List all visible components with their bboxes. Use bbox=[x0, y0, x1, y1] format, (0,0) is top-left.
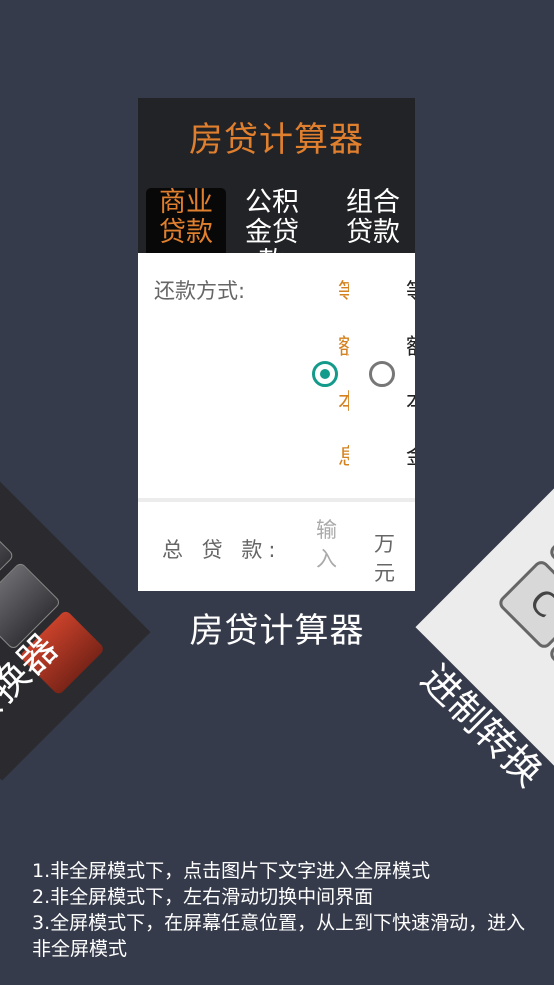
repayment-method-label: 还款方式: bbox=[154, 279, 246, 303]
center-card-caption[interactable]: 房贷计算器 bbox=[0, 603, 554, 652]
tab-provident-fund-loan[interactable]: 公积金贷款 bbox=[232, 188, 312, 254]
total-loan-row: 总 贷 款: 输入 万元 bbox=[138, 502, 415, 591]
total-loan-label: 总 贷 款: bbox=[162, 538, 282, 562]
radio-equal-principal[interactable] bbox=[369, 361, 395, 387]
repayment-option-equal-principal: 等额本金 bbox=[406, 265, 415, 485]
radio-equal-installment[interactable] bbox=[312, 361, 338, 387]
instructions: 1.非全屏模式下，点击图片下文字进入全屏模式 2.非全屏模式下，左右滑动切换中间… bbox=[32, 858, 532, 962]
instruction-line: 2.非全屏模式下，左右滑动切换中间界面 bbox=[32, 886, 374, 908]
tab-combined-loan[interactable]: 组合贷款 bbox=[333, 188, 413, 254]
repayment-panel: 还款方式: 等额本息 等额本金 bbox=[138, 253, 415, 498]
repayment-option-equal-installment: 等额本息 bbox=[338, 265, 349, 485]
calculator-title: 房贷计算器 bbox=[189, 120, 364, 160]
instruction-line: 3.全屏模式下，在屏幕任意位置，从上到下快速滑动，进入非全屏模式 bbox=[32, 912, 526, 960]
tab-commercial-loan[interactable]: 商业贷款 bbox=[146, 188, 226, 254]
instruction-line: 1.非全屏模式下，点击图片下文字进入全屏模式 bbox=[32, 860, 431, 882]
unit-label: 万元 bbox=[374, 532, 395, 585]
mortgage-calculator-card[interactable]: 房贷计算器 商业贷款 公积金贷款 组合贷款 还款方式: 等额本息 等额本金 总 … bbox=[138, 98, 415, 591]
total-loan-input[interactable]: 输入 bbox=[316, 516, 340, 574]
calculator-header: 房贷计算器 商业贷款 公积金贷款 组合贷款 bbox=[138, 98, 415, 254]
